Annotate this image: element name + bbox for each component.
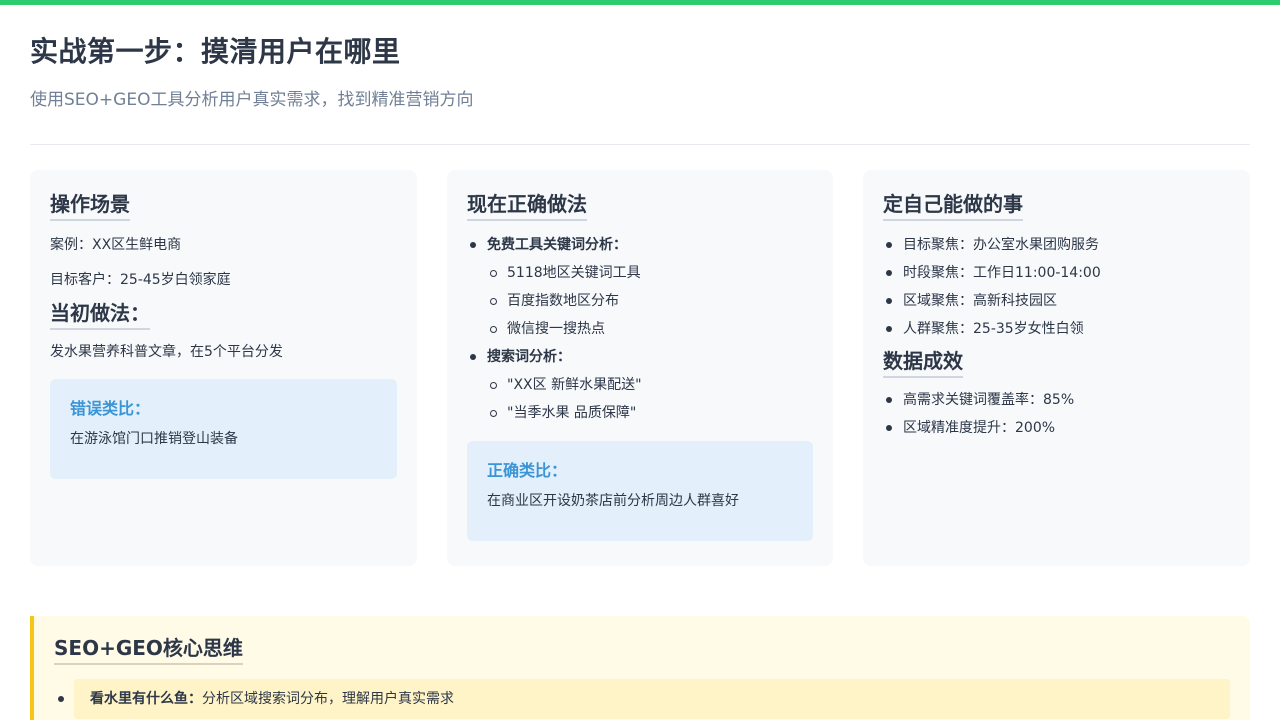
list-item: 时段聚焦：工作日11:00-14:00 [883, 263, 1230, 283]
core-item: 看水里有什么鱼：分析区域搜索词分布，理解用户真实需求 [58, 679, 1230, 719]
focus-list: 目标聚焦：办公室水果团购服务 时段聚焦：工作日11:00-14:00 区域聚焦：… [883, 235, 1230, 339]
scenario-card-title: 操作场景 [50, 190, 130, 221]
list-item: 5118地区关键词工具 [467, 263, 813, 283]
core-thinking-title: SEO+GEO核心思维 [54, 634, 243, 665]
initial-practice-text: 发水果营养科普文章，在5个平台分发 [50, 344, 283, 360]
focus-card: 定自己能做的事 目标聚焦：办公室水果团购服务 时段聚焦：工作日11:00-14:… [863, 170, 1250, 566]
correct-analogy-title: 正确类比： [487, 461, 568, 480]
list-item: 高需求关键词覆盖率：85% [883, 390, 1230, 410]
wrong-analogy-box: 错误类比： 在游泳馆门口推销登山装备 [50, 379, 397, 479]
results-list: 高需求关键词覆盖率：85% 区域精准度提升：200% [883, 390, 1230, 438]
page-subtitle: 使用SEO+GEO工具分析用户真实需求，找到精准营销方向 [30, 90, 474, 110]
list-item: "当季水果 品质保障" [467, 403, 813, 423]
case-text: 案例：XX区生鲜电商 [50, 237, 182, 253]
correct-method-title: 现在正确做法 [467, 190, 587, 221]
core-item-text: 分析区域搜索词分布，理解用户真实需求 [202, 691, 454, 707]
list-item: 免费工具关键词分析： [467, 235, 813, 255]
correct-analogy-box: 正确类比： 在商业区开设奶茶店前分析周边人群喜好 [467, 441, 813, 541]
page-header: 实战第一步：摸清用户在哪里 使用SEO+GEO工具分析用户真实需求，找到精准营销… [30, 30, 1250, 112]
list-item: 微信搜一搜热点 [467, 319, 813, 339]
method-list: 免费工具关键词分析： 5118地区关键词工具 百度指数地区分布 微信搜一搜热点 … [467, 235, 813, 423]
focus-card-title: 定自己能做的事 [883, 190, 1023, 221]
correct-method-card: 现在正确做法 免费工具关键词分析： 5118地区关键词工具 百度指数地区分布 微… [447, 170, 833, 566]
core-item-label: 看水里有什么鱼： [90, 691, 202, 707]
initial-practice-title: 当初做法： [50, 299, 150, 330]
target-customer-text: 目标客户：25-45岁白领家庭 [50, 272, 231, 288]
list-item: 人群聚焦：25-35岁女性白领 [883, 319, 1230, 339]
list-item: 区域聚焦：高新科技园区 [883, 291, 1230, 311]
list-item: 百度指数地区分布 [467, 291, 813, 311]
results-title: 数据成效 [883, 347, 963, 378]
header-divider [30, 144, 1250, 145]
list-item: 目标聚焦：办公室水果团购服务 [883, 235, 1230, 255]
wrong-analogy-title: 错误类比： [70, 399, 151, 418]
correct-analogy-text: 在商业区开设奶茶店前分析周边人群喜好 [487, 493, 739, 509]
list-item: 搜索词分析： [467, 347, 813, 367]
top-accent-bar [0, 0, 1280, 5]
list-item: "XX区 新鲜水果配送" [467, 375, 813, 395]
list-item: 区域精准度提升：200% [883, 418, 1230, 438]
core-thinking-section: SEO+GEO核心思维 看水里有什么鱼：分析区域搜索词分布，理解用户真实需求 [30, 616, 1250, 720]
scenario-card: 操作场景 案例：XX区生鲜电商 目标客户：25-45岁白领家庭 当初做法： 发水… [30, 170, 417, 566]
page-title: 实战第一步：摸清用户在哪里 [30, 35, 401, 68]
wrong-analogy-text: 在游泳馆门口推销登山装备 [70, 431, 238, 447]
